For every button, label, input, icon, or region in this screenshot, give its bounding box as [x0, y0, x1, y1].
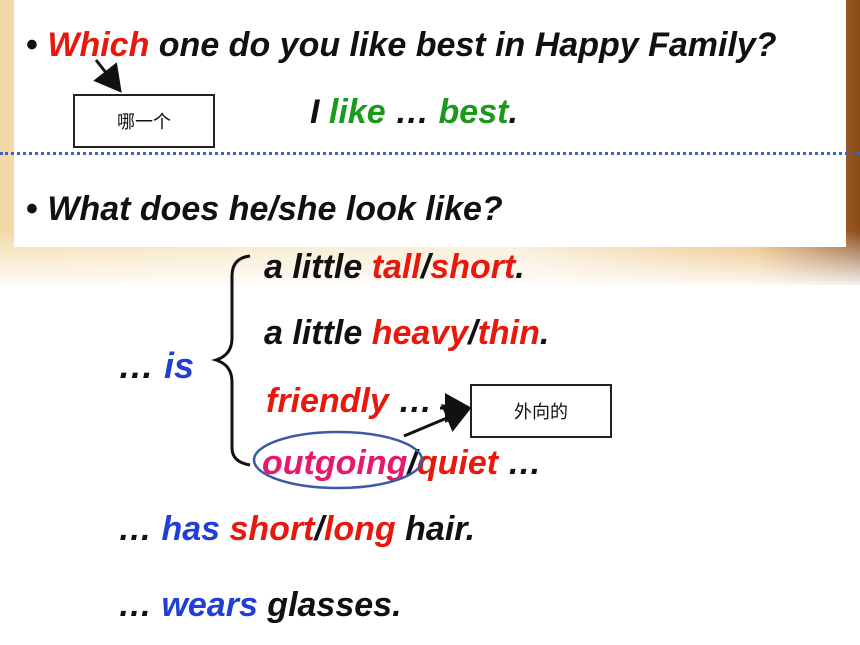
arrow-outgoing-icon: [403, 404, 472, 438]
left-brace-icon: [210, 254, 251, 467]
outgoing-circle-icon: [252, 430, 424, 490]
arrow-which-icon: [93, 59, 122, 93]
annotations-layer: [93, 59, 472, 490]
